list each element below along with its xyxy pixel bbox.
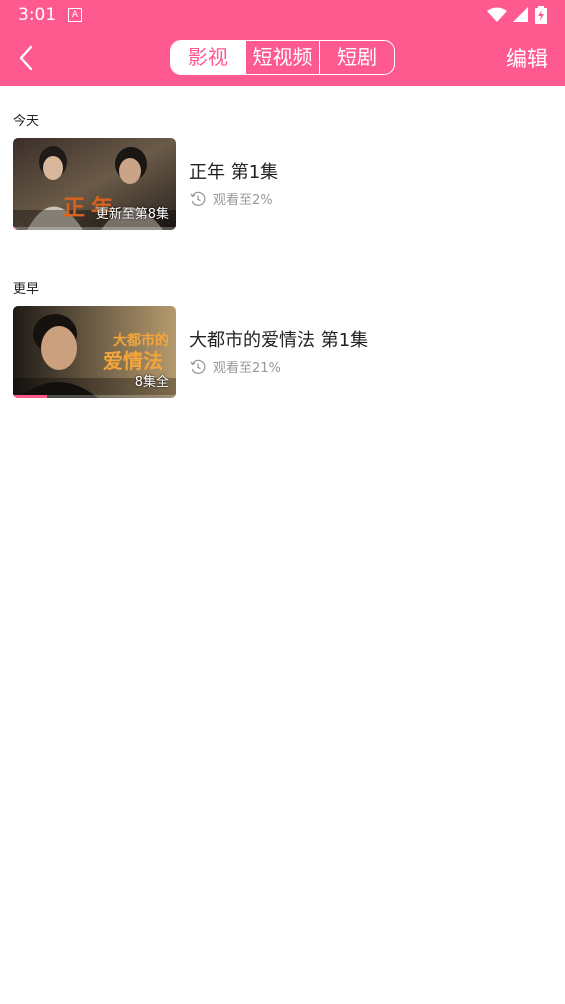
watch-progress-text: 观看至2% bbox=[213, 193, 273, 208]
thumbnail-title-art-line2: 爱情法 bbox=[103, 349, 163, 373]
history-item[interactable]: 大都市的 爱情法 8集全 大都市的爱情法 第1集 观看至21% bbox=[13, 306, 553, 398]
video-thumbnail[interactable]: 大都市的 爱情法 8集全 bbox=[13, 306, 176, 398]
battery-charging-icon bbox=[535, 6, 547, 24]
tab-film-tv[interactable]: 影视 bbox=[171, 41, 245, 74]
history-clock-icon bbox=[190, 191, 206, 206]
history-item[interactable]: 正年 更新至第8集 正年 第1集 观看至2% bbox=[13, 138, 553, 230]
signal-icon bbox=[513, 7, 528, 22]
progress-track bbox=[13, 227, 176, 230]
episode-badge: 8集全 bbox=[134, 375, 169, 390]
progress-fill bbox=[13, 227, 17, 230]
progress-fill bbox=[13, 395, 48, 398]
progress-track bbox=[13, 395, 176, 398]
status-icons bbox=[487, 6, 547, 24]
section-label-today: 今天 bbox=[13, 114, 40, 129]
watch-progress: 观看至21% bbox=[189, 357, 281, 376]
video-title: 大都市的爱情法 第1集 bbox=[189, 330, 369, 351]
top-app-bar: 影视 短视频 短剧 编辑 bbox=[0, 30, 565, 86]
history-clock-icon bbox=[190, 359, 206, 374]
tab-short-video[interactable]: 短视频 bbox=[244, 41, 320, 74]
chevron-left-icon bbox=[19, 45, 33, 71]
tab-short-drama[interactable]: 短剧 bbox=[319, 41, 394, 74]
wifi-icon bbox=[487, 7, 507, 22]
back-button[interactable] bbox=[12, 42, 44, 74]
category-tabs: 影视 短视频 短剧 bbox=[170, 40, 395, 75]
edit-button[interactable]: 编辑 bbox=[506, 43, 548, 73]
section-label-earlier: 更早 bbox=[13, 282, 40, 297]
status-bar: 3:01 A bbox=[0, 0, 565, 30]
video-title: 正年 第1集 bbox=[189, 162, 279, 183]
episode-badge: 更新至第8集 bbox=[95, 207, 169, 222]
video-thumbnail[interactable]: 正年 更新至第8集 bbox=[13, 138, 176, 230]
watch-progress-text: 观看至21% bbox=[213, 361, 281, 376]
accessibility-a-icon: A bbox=[68, 8, 82, 22]
watch-progress: 观看至2% bbox=[189, 189, 273, 208]
status-time: 3:01 bbox=[18, 5, 57, 25]
